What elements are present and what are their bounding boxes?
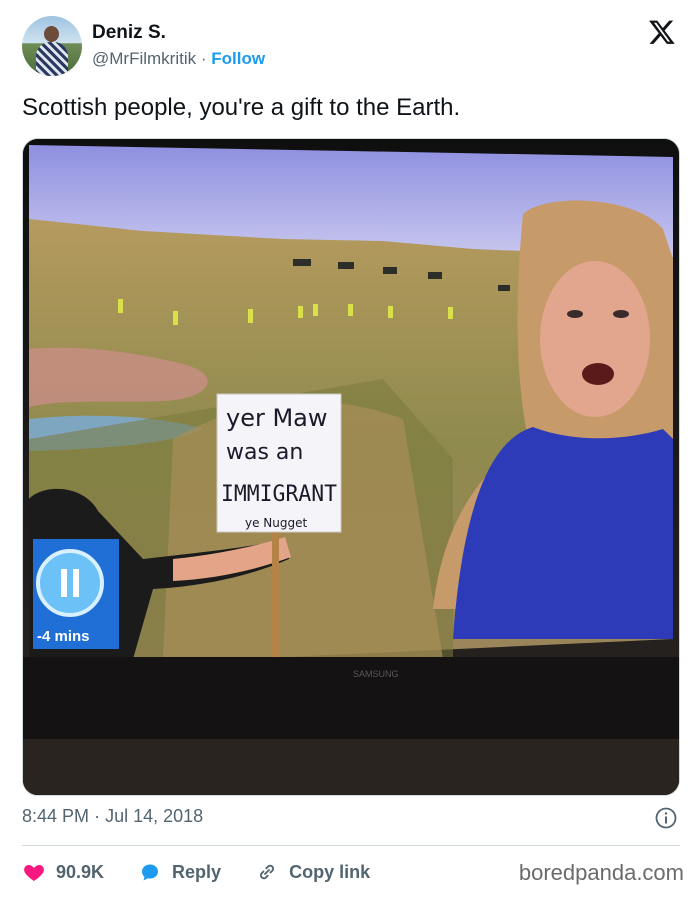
sign-line-2: was an bbox=[226, 440, 303, 465]
copy-link-button[interactable]: Copy link bbox=[255, 860, 370, 884]
sign-line-4: ye Nugget bbox=[245, 516, 307, 530]
like-button[interactable]: 90.9K bbox=[22, 860, 104, 884]
overlay-time: -4 mins bbox=[37, 628, 90, 645]
date-separator: · bbox=[94, 806, 101, 826]
follow-button[interactable]: Follow bbox=[211, 49, 265, 68]
info-icon[interactable] bbox=[654, 806, 678, 830]
author-name[interactable]: Deniz S. bbox=[92, 22, 166, 44]
reply-label: Reply bbox=[172, 861, 222, 882]
handle-separator: · bbox=[200, 49, 207, 68]
action-bar: 90.9K Reply Copy link bbox=[22, 856, 404, 888]
tweet-text: Scottish people, you're a gift to the Ea… bbox=[22, 94, 461, 121]
sign-line-1: yer Maw bbox=[226, 404, 328, 432]
sign-stick bbox=[272, 519, 279, 659]
tweet-timestamp[interactable]: 8:44 PM · Jul 14, 2018 bbox=[22, 806, 203, 827]
tweet-photo[interactable]: yer Maw was an IMMIGRANT ye Nugget -4 mi… bbox=[22, 138, 680, 796]
x-logo-icon[interactable] bbox=[648, 18, 676, 46]
copy-link-label: Copy link bbox=[289, 861, 371, 882]
pause-icon[interactable] bbox=[36, 549, 104, 617]
like-count: 90.9K bbox=[56, 861, 105, 882]
watermark: boredpanda.com bbox=[518, 860, 684, 885]
tweet-date: Jul 14, 2018 bbox=[105, 806, 204, 826]
heart-icon bbox=[24, 865, 44, 881]
divider bbox=[22, 845, 680, 846]
reply-bubble-icon bbox=[142, 864, 159, 881]
author-handle-row: @MrFilmkritik · Follow bbox=[92, 49, 265, 69]
sign-line-3: IMMIGRANT bbox=[221, 482, 337, 507]
avatar[interactable] bbox=[22, 16, 82, 76]
tv-brand: SAMSUNG bbox=[353, 669, 399, 679]
author-handle[interactable]: @MrFilmkritik bbox=[92, 49, 196, 68]
link-icon bbox=[260, 864, 275, 880]
tweet-header: Deniz S. @MrFilmkritik · Follow bbox=[22, 16, 680, 78]
presenter-face bbox=[540, 261, 650, 417]
tweet-time: 8:44 PM bbox=[22, 806, 90, 826]
tv-screen-photo: yer Maw was an IMMIGRANT ye Nugget -4 mi… bbox=[23, 139, 679, 795]
reply-button[interactable]: Reply bbox=[138, 860, 221, 884]
